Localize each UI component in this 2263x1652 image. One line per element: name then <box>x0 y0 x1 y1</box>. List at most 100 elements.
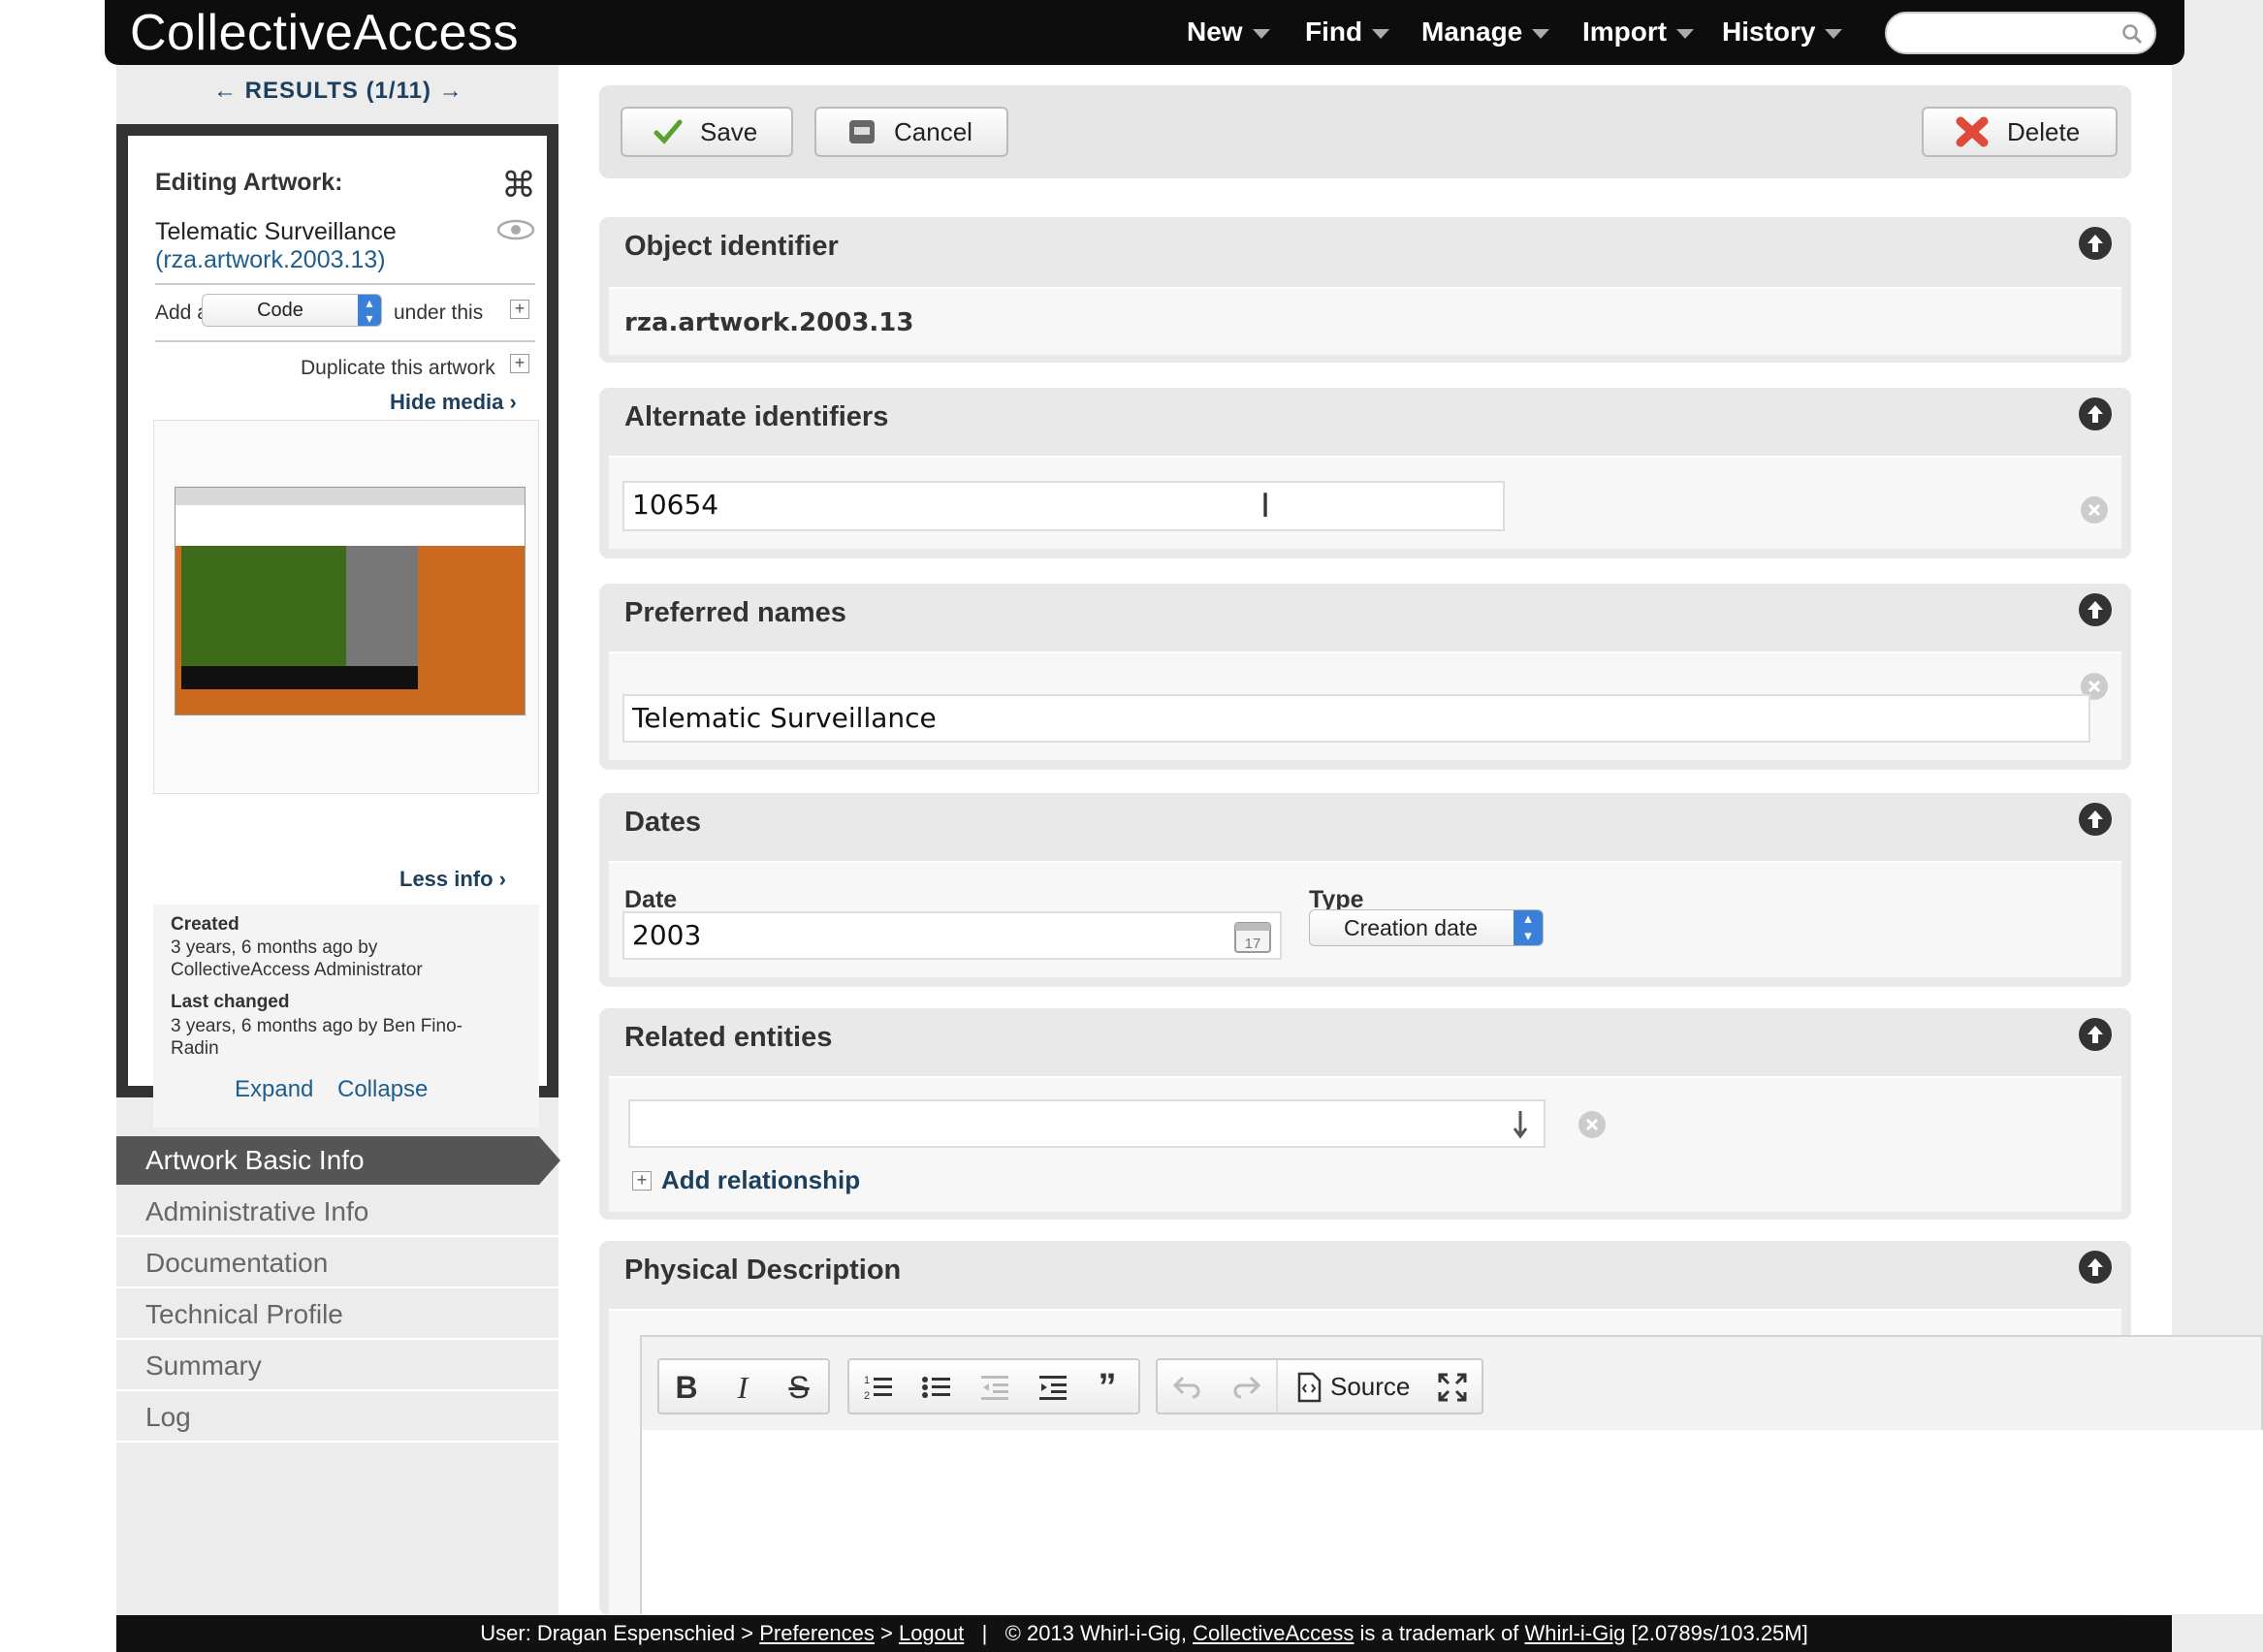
hide-media-link[interactable]: Hide media › <box>390 390 517 415</box>
collapse-arrow-up-icon[interactable] <box>2079 227 2112 260</box>
date-type-select[interactable]: Creation date ▴ ▾ <box>1309 909 1544 946</box>
rte-list-group: 12 ” <box>847 1358 1140 1414</box>
footer-copyright: | © 2013 Whirl-i-Gig, <box>964 1621 1194 1645</box>
preferences-link[interactable]: Preferences <box>759 1621 875 1645</box>
sidenav-item-summary[interactable]: Summary <box>116 1341 558 1391</box>
save-button[interactable]: Save <box>621 107 793 157</box>
active-arrow <box>539 1136 560 1185</box>
section-body: Date 2003 17 Type Creation date ▴ ▾ <box>609 861 2121 977</box>
add-a-label: Add a <box>155 302 208 324</box>
text-cursor-icon: I <box>1260 487 1271 525</box>
sidenav-item-administrative-info[interactable]: Administrative Info <box>116 1187 558 1237</box>
italic-icon[interactable]: I <box>723 1370 762 1405</box>
less-info-link[interactable]: Less info › <box>399 867 506 892</box>
date-input[interactable]: 2003 <box>622 911 1282 960</box>
cancel-button[interactable]: Cancel <box>814 107 1008 157</box>
collapse-arrow-up-icon[interactable] <box>2079 397 2112 430</box>
date-type-value: Creation date <box>1343 915 1479 940</box>
add-relationship-link[interactable]: Add relationship <box>661 1165 860 1195</box>
section-preferred-names: Preferred names Telematic Surveillance <box>599 584 2131 770</box>
blockquote-icon[interactable]: ” <box>1088 1369 1127 1406</box>
created-value-line1: 3 years, 6 months ago by <box>171 937 378 958</box>
inspector-heading: Editing Artwork: <box>155 169 343 196</box>
collectiveaccess-link[interactable]: CollectiveAccess <box>1193 1621 1354 1645</box>
inspector-panel: Editing Artwork: ⌘ Telematic Surveillanc… <box>116 124 558 1128</box>
section-body: 10654 I <box>609 456 2121 549</box>
add-relationship-plus-icon[interactable]: + <box>632 1171 652 1191</box>
nav-import-label: Import <box>1582 16 1668 47</box>
source-button[interactable]: Source <box>1330 1370 1410 1403</box>
collapse-link[interactable]: Collapse <box>337 1076 428 1103</box>
section-title: Alternate identifiers <box>624 401 889 432</box>
section-title: Physical Description <box>624 1255 902 1286</box>
duplicate-plus-icon[interactable]: + <box>510 354 529 373</box>
separator <box>1276 1360 1278 1413</box>
nav-import-menu[interactable]: Import <box>1582 14 1695 50</box>
footer-trademark: is a trademark of <box>1354 1621 1525 1645</box>
artwork-thumbnail[interactable] <box>175 487 526 715</box>
search-input[interactable] <box>1885 12 2156 54</box>
nav-find-label: Find <box>1305 16 1363 47</box>
strikethrough-icon[interactable]: S <box>780 1370 818 1405</box>
maximize-icon[interactable] <box>1437 1372 1468 1403</box>
add-type-select[interactable]: Code ▴ ▾ <box>202 294 382 327</box>
numbered-list-icon[interactable]: 12 <box>863 1372 894 1403</box>
sidenav-item-artwork-basic-info[interactable]: Artwork Basic Info <box>116 1136 539 1185</box>
created-value-line2: CollectiveAccess Administrator <box>171 960 423 980</box>
collapse-arrow-up-icon[interactable] <box>2079 1251 2112 1284</box>
search-icon[interactable] <box>2121 23 2143 45</box>
thumbnail-browser-bar <box>175 488 525 505</box>
remove-x-icon[interactable] <box>2081 496 2108 524</box>
svg-text:17: 17 <box>1245 936 1261 952</box>
collapse-arrow-up-icon[interactable] <box>2079 593 2112 626</box>
nav-find-menu[interactable]: Find <box>1305 14 1390 50</box>
sidenav-item-log[interactable]: Log <box>116 1392 558 1443</box>
results-pager[interactable]: ← RESULTS (1/11) → <box>213 78 463 105</box>
object-identifier-value: rza.artwork.2003.13 <box>624 308 914 337</box>
redo-icon[interactable] <box>1229 1374 1262 1401</box>
delete-x-icon <box>1956 116 1989 147</box>
nav-new-menu[interactable]: New <box>1187 14 1270 50</box>
artwork-name: Telematic Surveillance <box>155 218 397 245</box>
source-document-icon <box>1297 1372 1322 1403</box>
calendar-icon[interactable]: 17 <box>1233 919 1272 954</box>
footer-sep: > <box>874 1621 899 1645</box>
section-object-identifier: Object identifier rza.artwork.2003.13 <box>599 217 2131 363</box>
rte-history-group: Source <box>1156 1358 1483 1414</box>
indent-icon[interactable] <box>1037 1372 1068 1403</box>
preferred-name-input[interactable]: Telematic Surveillance <box>622 694 2090 743</box>
outdent-icon[interactable] <box>979 1372 1010 1403</box>
thumbnail-header <box>175 505 525 546</box>
remove-x-icon[interactable] <box>1578 1111 1606 1138</box>
undo-icon[interactable] <box>1171 1374 1204 1401</box>
nav-history-menu[interactable]: History <box>1722 14 1843 50</box>
collapse-arrow-up-icon[interactable] <box>2079 803 2112 836</box>
sidenav-item-documentation[interactable]: Documentation <box>116 1238 558 1288</box>
sidenav-item-technical-profile[interactable]: Technical Profile <box>116 1289 558 1340</box>
eye-icon[interactable] <box>496 218 535 241</box>
related-entity-lookup-input[interactable] <box>628 1099 1546 1148</box>
arrow-down-icon <box>1513 1111 1528 1139</box>
logout-link[interactable]: Logout <box>899 1621 964 1645</box>
command-icon[interactable]: ⌘ <box>501 165 536 206</box>
under-this-label: under this <box>394 302 484 324</box>
footer-user: User: Dragan Espenschied > <box>480 1621 760 1645</box>
bulleted-list-icon[interactable] <box>921 1372 952 1403</box>
delete-button[interactable]: Delete <box>1922 107 2118 157</box>
nav-manage-menu[interactable]: Manage <box>1421 14 1550 50</box>
bold-icon[interactable]: B <box>667 1370 706 1405</box>
expand-link[interactable]: Expand <box>235 1076 313 1103</box>
rich-text-editor-area[interactable] <box>640 1430 2263 1614</box>
add-child-plus-icon[interactable]: + <box>510 300 529 319</box>
artwork-identifier: (rza.artwork.2003.13) <box>155 246 386 273</box>
alternate-identifier-input[interactable]: 10654 <box>622 481 1505 531</box>
whirligig-link[interactable]: Whirl-i-Gig <box>1524 1621 1625 1645</box>
chevron-down-icon <box>1825 29 1843 39</box>
last-changed-value-line1: 3 years, 6 months ago by Ben Fino- <box>171 1016 462 1036</box>
section-alternate-identifiers: Alternate identifiers 10654 I <box>599 388 2131 558</box>
section-title: Preferred names <box>624 597 846 628</box>
collapse-arrow-up-icon[interactable] <box>2079 1018 2112 1051</box>
section-body: Telematic Surveillance <box>609 651 2121 760</box>
app-logo[interactable]: CollectiveAccess <box>130 4 519 62</box>
nav-history-label: History <box>1722 16 1816 47</box>
